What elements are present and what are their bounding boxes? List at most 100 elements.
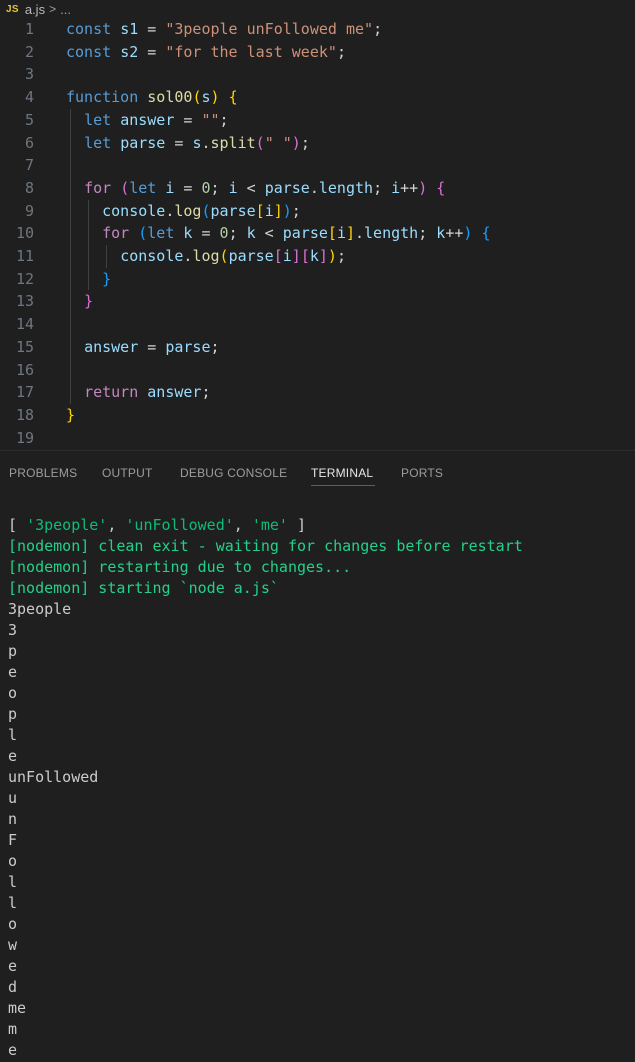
code-token: length (364, 224, 419, 243)
line-number: 10 (15, 224, 34, 243)
code-token: "3people unFollowed me" (165, 20, 374, 38)
breadcrumb-file[interactable]: a.js (25, 2, 45, 17)
terminal-line: unFollowed (8, 767, 98, 788)
code-token: sol00 (147, 88, 193, 107)
line-number: 19 (15, 428, 34, 447)
code-token: } (102, 269, 112, 288)
code-line: 14 (0, 313, 635, 336)
code-token: for (84, 178, 112, 197)
code-text: answer = parse; (66, 336, 220, 359)
line-number: 14 (15, 315, 34, 334)
code-token: ; (219, 110, 229, 129)
terminal-text: o (8, 852, 18, 870)
code-editor[interactable]: 1 const s1 = "3people unFollowed me"; 2 con… (0, 18, 635, 450)
code-token: s2 (120, 42, 139, 61)
code-line: 3 (0, 63, 635, 86)
code-token: ; (336, 247, 346, 265)
terminal-text: 3 (8, 621, 18, 639)
code-token: ] (273, 201, 283, 220)
terminal-text: n (8, 810, 18, 828)
code-token: ; (228, 224, 247, 243)
code-token: return (84, 383, 139, 402)
code-line: 2 const s2 = "for the last week"; (0, 41, 635, 64)
code-token: . (355, 224, 365, 243)
code-text: } (66, 404, 75, 427)
terminal-text: F (8, 831, 18, 849)
line-number: 4 (24, 88, 34, 107)
terminal-line: o (8, 683, 17, 704)
code-token: " " (264, 133, 292, 152)
code-token: ] (291, 247, 301, 265)
code-token: console (120, 247, 184, 265)
code-text: const s1 = "3people unFollowed me"; (66, 18, 382, 41)
terminal-text: w (8, 936, 18, 954)
breadcrumb-symbols[interactable]: ... (60, 2, 71, 17)
line-number: 18 (15, 405, 34, 424)
code-token: log (174, 201, 202, 220)
terminal-line: m (8, 1019, 17, 1040)
tab-debug-console[interactable]: DEBUG CONSOLE (180, 466, 287, 480)
code-line: 11 console.log(parse[i][k]); (0, 245, 635, 268)
terminal-line: u (8, 788, 17, 809)
code-token: < (237, 178, 265, 197)
code-token: parse (264, 178, 310, 197)
code-token: i (228, 178, 238, 197)
tab-problems[interactable]: PROBLEMS (9, 466, 77, 480)
terminal-text: l (8, 726, 18, 744)
code-token: answer (147, 383, 202, 402)
code-line: 17 return answer; (0, 381, 635, 404)
code-token: = (174, 110, 202, 129)
code-text: let parse = s.split(" "); (66, 132, 310, 155)
terminal-line: w (8, 935, 17, 956)
code-text: const s2 = "for the last week"; (66, 41, 346, 64)
code-token: parse (165, 337, 211, 356)
indent-guide (106, 245, 108, 268)
terminal-output[interactable]: [ '3people', 'unFollowed', 'me' ] [nodemo… (0, 491, 635, 1062)
terminal-line: o (8, 914, 17, 935)
terminal-line: n (8, 809, 17, 830)
code-token: ( (201, 201, 211, 220)
code-token: [ (327, 224, 337, 243)
code-text: console.log(parse[i]); (66, 200, 301, 223)
terminal-line: l (8, 872, 17, 893)
code-token: split (210, 133, 256, 152)
code-text: for (let i = 0; i < parse.length; i++) { (66, 177, 445, 200)
code-token: ( (120, 178, 130, 197)
terminal-line: e (8, 956, 17, 977)
terminal-text: e (8, 747, 18, 765)
code-token: ) (418, 178, 428, 197)
tab-terminal[interactable]: TERMINAL (311, 466, 373, 480)
code-token: = (192, 224, 220, 243)
javascript-file-icon: JS (6, 3, 19, 15)
code-token: parse (120, 133, 166, 152)
code-token: function (66, 88, 139, 107)
terminal-line: p (8, 704, 17, 725)
code-token: ; (210, 337, 220, 356)
code-token: for (102, 224, 130, 243)
line-number: 12 (15, 269, 34, 288)
code-token: ) (291, 133, 301, 152)
code-text: return answer; (66, 381, 210, 404)
indent-guide (88, 199, 90, 291)
tab-ports[interactable]: PORTS (401, 466, 443, 480)
terminal-text: e (8, 1041, 18, 1059)
code-token: ; (210, 178, 229, 197)
tab-output[interactable]: OUTPUT (102, 466, 153, 480)
terminal-line: 3people (8, 599, 71, 620)
line-number: 11 (15, 247, 34, 265)
code-line: 6 let parse = s.split(" "); (0, 132, 635, 155)
code-token: { (228, 88, 238, 107)
code-line: 18} (0, 404, 635, 427)
terminal-text: [nodemon] clean exit - waiting for chang… (8, 537, 523, 555)
line-number: 7 (24, 156, 34, 175)
code-token: i (336, 224, 346, 243)
code-token: length (318, 178, 374, 197)
code-token: } (84, 292, 94, 311)
terminal-line: d (8, 977, 17, 998)
